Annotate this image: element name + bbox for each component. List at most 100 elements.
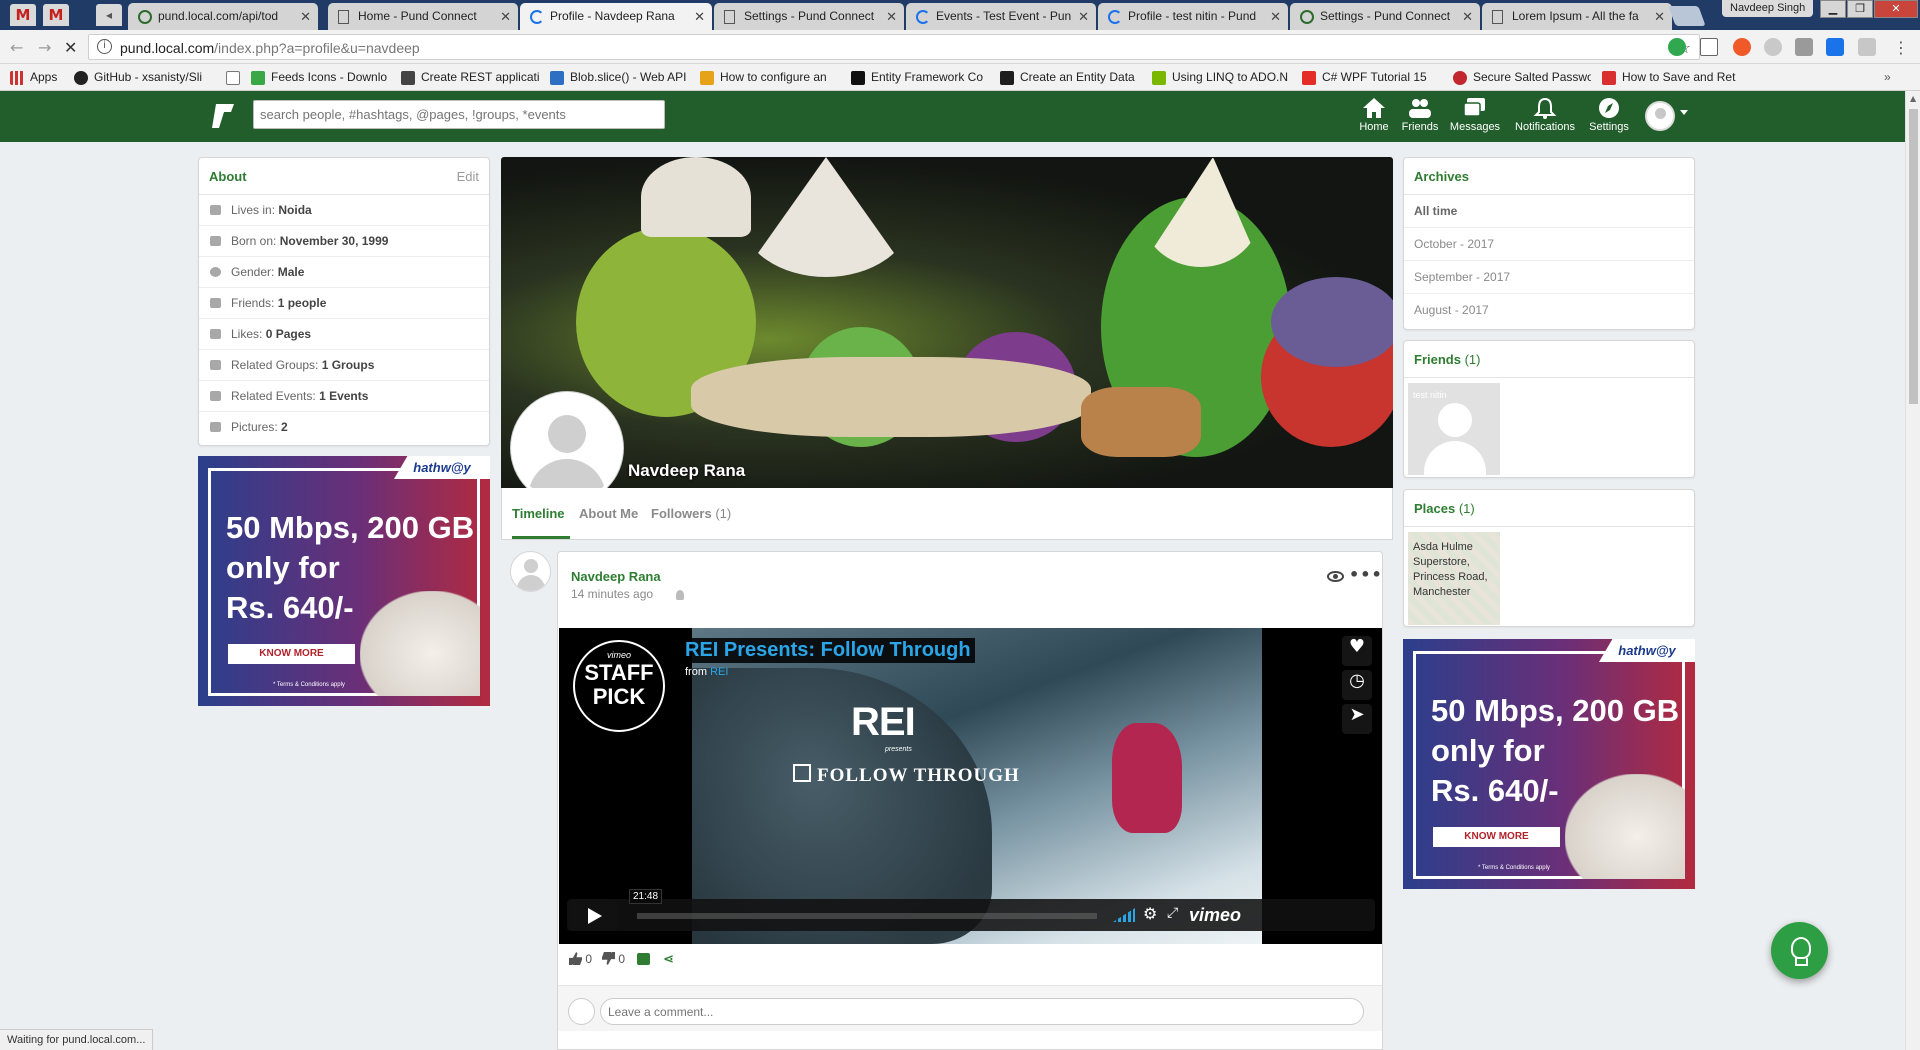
extension-cloud-icon[interactable] <box>1764 38 1782 56</box>
browser-menu-icon[interactable]: ⋮ <box>1893 38 1909 57</box>
browser-tab[interactable]: Profile - test nitin - Pund ✕ <box>1098 3 1288 30</box>
archive-october-2017[interactable]: October - 2017 <box>1404 228 1694 261</box>
back-tab-icon[interactable]: ◂ <box>96 4 122 26</box>
site-info-icon[interactable]: i <box>97 39 112 54</box>
site-search-input[interactable] <box>253 100 665 129</box>
archive-all-time[interactable]: All time <box>1404 195 1694 228</box>
eye-icon[interactable] <box>1327 571 1344 582</box>
stop-loading-icon[interactable]: ✕ <box>64 38 77 57</box>
nav-messages[interactable]: Messages <box>1446 97 1504 139</box>
chevron-down-icon[interactable] <box>1680 110 1688 115</box>
tab-followers[interactable]: Followers (1) <box>651 506 731 521</box>
nav-notifications[interactable]: Notifications <box>1510 97 1580 139</box>
vimeo-logo[interactable]: vimeo <box>1189 905 1241 926</box>
minimize-window-icon[interactable]: ▁ <box>1820 0 1846 18</box>
bookmark-item[interactable]: Create an Entity Data <box>1000 64 1138 91</box>
video-channel-link[interactable]: REI <box>710 666 728 678</box>
maximize-window-icon[interactable]: ❐ <box>1847 0 1873 18</box>
video-player[interactable]: vimeo STAFF PICK REI Presents: Follow Th… <box>559 628 1382 944</box>
left-ad-banner[interactable]: hathw@y 50 Mbps, 200 GB only for Rs. 640/-… <box>198 456 490 706</box>
lightbulb-help-button[interactable] <box>1771 922 1828 979</box>
heart-icon[interactable]: ♥ <box>1342 636 1372 666</box>
bookmarks-overflow-icon[interactable]: » <box>1884 64 1908 91</box>
browser-tab[interactable]: Lorem Ipsum - All the fa ✕ <box>1482 3 1672 30</box>
tab-about-me[interactable]: About Me <box>579 506 638 521</box>
gear-icon[interactable]: ⚙ <box>1143 904 1157 923</box>
extension-camera-icon[interactable] <box>1795 38 1813 56</box>
archive-september-2017[interactable]: September - 2017 <box>1404 261 1694 294</box>
bookmark-item[interactable]: How to configure an <box>700 64 842 91</box>
nav-settings[interactable]: Settings <box>1586 97 1632 139</box>
browser-tab[interactable]: pund.local.com/api/tod ✕ <box>128 3 318 30</box>
ad-know-more-button[interactable]: KNOW MORE <box>1433 827 1560 847</box>
bookmark-item[interactable]: C# WPF Tutorial 15 <box>1302 64 1430 91</box>
extension-orange-icon[interactable] <box>1733 38 1751 56</box>
address-url[interactable]: pund.local.com/index.php?a=profile&u=nav… <box>120 40 420 56</box>
volume-icon[interactable] <box>1113 908 1135 922</box>
bookmark-item[interactable]: Blob.slice() - Web API <box>550 64 688 91</box>
close-tab-icon[interactable]: ✕ <box>300 3 311 30</box>
more-options-icon[interactable]: ••• <box>1349 565 1383 584</box>
tab-timeline[interactable]: Timeline <box>512 506 565 521</box>
browser-user-chip[interactable]: Navdeep Singh <box>1722 0 1814 17</box>
browser-tab[interactable]: Events - Test Event - Pun ✕ <box>906 3 1096 30</box>
comment-input[interactable] <box>600 998 1364 1025</box>
play-icon[interactable] <box>569 899 617 931</box>
address-bar[interactable]: i pund.local.com/index.php?a=profile&u=n… <box>88 34 1700 60</box>
close-tab-icon[interactable]: ✕ <box>1270 3 1281 30</box>
bookmark-item[interactable]: GitHub - xsanisty/Sli <box>74 64 212 91</box>
user-avatar[interactable] <box>1645 101 1675 131</box>
browser-tab-active[interactable]: Profile - Navdeep Rana ✕ <box>520 3 712 30</box>
close-tab-icon[interactable]: ✕ <box>1078 3 1089 30</box>
dislike-button[interactable]: 0 <box>602 952 625 966</box>
new-tab-button[interactable] <box>1668 6 1706 26</box>
cover-photo[interactable] <box>501 157 1393 488</box>
scrollbar-thumb[interactable] <box>1909 109 1918 404</box>
scroll-up-icon[interactable]: ▲ <box>1910 94 1916 103</box>
back-arrow-icon[interactable]: ← <box>10 38 23 57</box>
browser-tab[interactable]: Home - Pund Connect ✕ <box>328 3 518 30</box>
forward-arrow-icon[interactable]: → <box>38 38 51 57</box>
post-author-avatar[interactable] <box>510 551 551 592</box>
like-button[interactable]: 0 <box>569 952 592 966</box>
extension-translate-icon[interactable] <box>1826 38 1844 56</box>
close-tab-icon[interactable]: ✕ <box>1654 3 1665 30</box>
friend-tile[interactable]: test nitin <box>1408 383 1500 475</box>
extension-fs-icon[interactable] <box>1700 38 1718 56</box>
post-author-link[interactable]: Navdeep Rana <box>571 569 661 584</box>
fullscreen-icon[interactable]: ⤢ <box>1167 905 1178 921</box>
nav-home[interactable]: Home <box>1356 97 1392 139</box>
extension-green-icon[interactable] <box>1668 38 1686 56</box>
watch-later-clock-icon[interactable]: ◷ <box>1342 670 1372 700</box>
bookmark-item[interactable]: How to Save and Ret <box>1602 64 1742 91</box>
share-send-icon[interactable]: ➤ <box>1342 704 1372 734</box>
bookmark-item[interactable]: Secure Salted Passwo <box>1453 64 1591 91</box>
bookmark-item[interactable] <box>226 64 246 91</box>
share-icon[interactable]: ⋖ <box>663 952 674 967</box>
comment-button[interactable] <box>637 952 650 966</box>
video-progress-bar[interactable] <box>637 913 1097 919</box>
right-ad-banner[interactable]: hathw@y 50 Mbps, 200 GB only for Rs. 640/-… <box>1403 639 1695 889</box>
video-title-link[interactable]: REI Presents: Follow Through <box>681 638 975 663</box>
gmail-pinned-tab[interactable]: M <box>10 4 36 26</box>
post-timestamp[interactable]: 14 minutes ago <box>571 587 653 601</box>
edit-about-link[interactable]: Edit <box>457 169 479 184</box>
ad-know-more-button[interactable]: KNOW MORE <box>228 644 355 664</box>
close-window-icon[interactable]: ✕ <box>1874 0 1918 18</box>
close-tab-icon[interactable]: ✕ <box>1462 3 1473 30</box>
bookmark-apps[interactable]: Apps <box>10 64 70 91</box>
page-scrollbar[interactable]: ▲ <box>1905 91 1920 1050</box>
gmail-pinned-tab-2[interactable]: M <box>43 4 69 26</box>
bookmark-item[interactable]: Entity Framework Co <box>851 64 988 91</box>
bookmark-item[interactable]: Feeds Icons - Downlo <box>251 64 393 91</box>
browser-tab[interactable]: Settings - Pund Connect ✕ <box>1290 3 1480 30</box>
bookmark-item[interactable]: Using LINQ to ADO.N <box>1152 64 1288 91</box>
close-tab-icon[interactable]: ✕ <box>886 3 897 30</box>
site-logo-icon[interactable] <box>210 102 234 130</box>
place-map-tile[interactable]: Asda Hulme Superstore, Princess Road, Ma… <box>1408 532 1500 625</box>
bookmark-item[interactable]: Create REST applicati <box>401 64 539 91</box>
close-tab-icon[interactable]: ✕ <box>500 3 511 30</box>
nav-friends[interactable]: Friends <box>1398 97 1442 139</box>
extension-shield-icon[interactable] <box>1858 38 1876 56</box>
browser-tab[interactable]: Settings - Pund Connect ✕ <box>714 3 904 30</box>
